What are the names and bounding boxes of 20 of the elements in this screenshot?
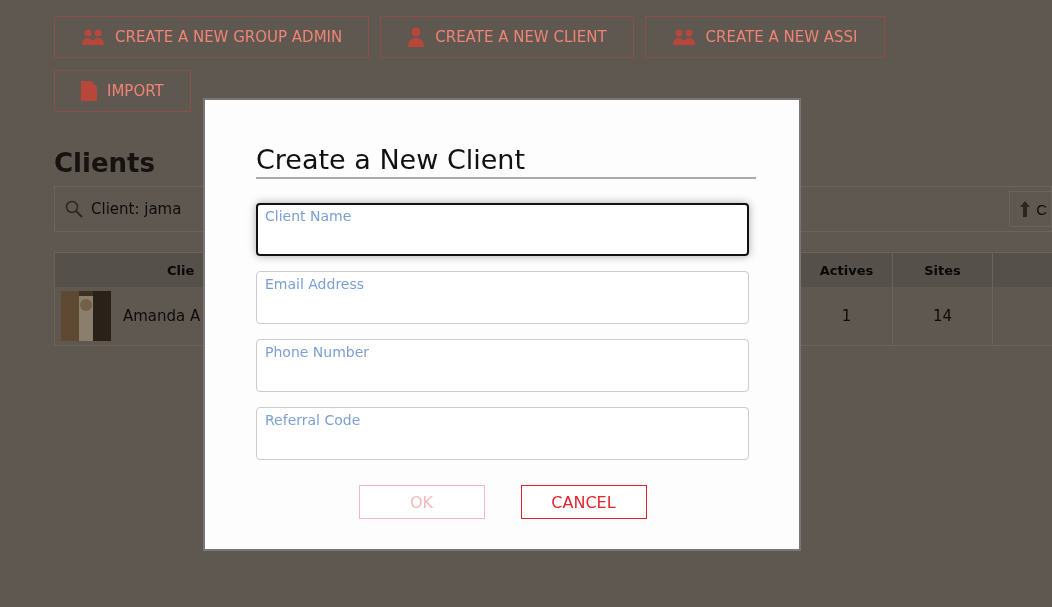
create-button[interactable]: CREATE A NEW CLIENT [380, 16, 634, 58]
search-icon [65, 200, 83, 218]
text-field[interactable]: Client Name [256, 203, 749, 256]
client-name: Amanda A [123, 307, 201, 325]
text-field[interactable]: Email Address [256, 271, 749, 324]
column-header: Sites [893, 253, 993, 287]
section-title: Clients [54, 148, 155, 178]
person-icon [407, 27, 426, 47]
create-button[interactable]: CREATE A NEW ASSI [644, 16, 885, 58]
table-cell: 14 [893, 287, 993, 345]
people-icon [81, 27, 105, 47]
import-button[interactable]: IMPORT [54, 70, 191, 112]
cancel-button[interactable]: CANCEL [520, 485, 647, 519]
document-icon [81, 81, 97, 101]
text-field[interactable]: Phone Number [256, 339, 749, 392]
people-icon [671, 27, 696, 47]
dialog-title: Create a New Client [256, 144, 756, 179]
text-field[interactable]: Referral Code [256, 407, 749, 460]
create-button[interactable]: CREATE A NEW GROUP ADMIN [54, 16, 370, 58]
filter-button[interactable]: C [1009, 191, 1051, 227]
